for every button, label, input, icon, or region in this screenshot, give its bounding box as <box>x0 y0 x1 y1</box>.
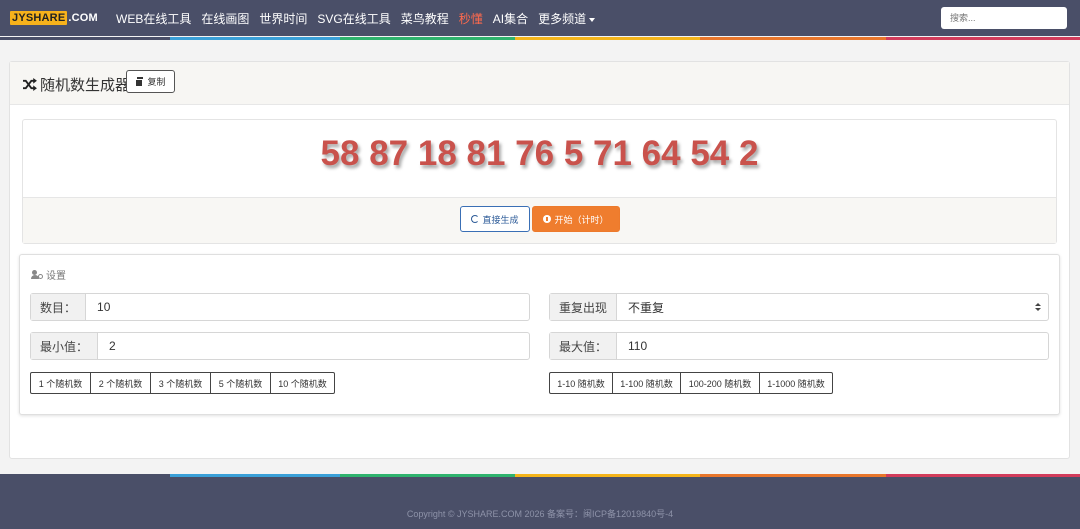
settings-card: 设置 数目： 10 重复出现 不重复 最小值： 2 最大值： 110 1 个随机… <box>19 254 1060 415</box>
nav-item-web-tools[interactable]: WEB在线工具 <box>116 10 191 27</box>
regenerate-label: 直接生成 <box>482 214 519 225</box>
random-generator-panel: 随机数生成器 复制 58 87 18 81 76 5 71 64 54 2 直接… <box>9 61 1070 459</box>
repeat-field: 重复出现 不重复 <box>549 293 1049 321</box>
nav-item-svg-tools[interactable]: SVG在线工具 <box>317 10 390 27</box>
count-field: 数目： 10 <box>30 293 530 321</box>
logo-suffix: .COM <box>68 12 98 24</box>
max-input[interactable]: 110 <box>617 333 1048 359</box>
main-nav: WEB在线工具 在线画图 世界时间 SVG在线工具 菜鸟教程 秒懂 AI集合 更… <box>116 10 595 27</box>
refresh-icon <box>471 215 480 223</box>
result-actions: 直接生成 开始（计时） <box>23 197 1056 243</box>
shuffle-icon <box>22 78 37 91</box>
preset-count-3[interactable]: 3 个随机数 <box>150 372 211 394</box>
page-footer: Copyright © JYSHARE.COM 2026 备案号：闽ICP备12… <box>0 477 1080 529</box>
count-input[interactable]: 10 <box>86 294 529 320</box>
copy-icon <box>135 77 144 87</box>
copyright-text: Copyright © JYSHARE.COM 2026 备案号：闽ICP备12… <box>406 509 674 519</box>
repeat-select-value: 不重复 <box>628 300 665 315</box>
preset-range-100-200[interactable]: 100-200 随机数 <box>680 372 760 394</box>
nav-item-miaodong[interactable]: 秒懂 <box>459 10 483 27</box>
start-timer-label: 开始（计时） <box>554 214 609 225</box>
repeat-select[interactable]: 不重复 <box>617 294 1048 320</box>
start-timer-button[interactable]: 开始（计时） <box>532 206 620 232</box>
preset-count-2[interactable]: 2 个随机数 <box>90 372 151 394</box>
page-title: 随机数生成器 <box>22 74 130 95</box>
site-logo[interactable]: JYSHARE .COM <box>10 10 98 26</box>
count-preset-group: 1 个随机数 2 个随机数 3 个随机数 5 个随机数 10 个随机数 <box>30 372 335 394</box>
max-field: 最大值： 110 <box>549 332 1049 360</box>
count-label: 数目： <box>31 294 87 320</box>
random-result: 58 87 18 81 76 5 71 64 54 2 <box>320 134 759 173</box>
range-preset-group: 1-10 随机数 1-100 随机数 100-200 随机数 1-1000 随机… <box>549 372 833 394</box>
top-navbar: JYSHARE .COM WEB在线工具 在线画图 世界时间 SVG在线工具 菜… <box>0 0 1080 36</box>
select-arrows-icon <box>1035 303 1041 312</box>
page-title-text: 随机数生成器 <box>40 77 131 94</box>
repeat-label: 重复出现 <box>550 294 618 320</box>
info-circle-icon <box>543 215 552 223</box>
result-box: 58 87 18 81 76 5 71 64 54 2 直接生成 开始（计时） <box>22 119 1057 244</box>
user-gear-icon <box>31 269 43 280</box>
nav-item-online-draw[interactable]: 在线画图 <box>201 10 249 27</box>
nav-item-world-time[interactable]: 世界时间 <box>259 10 307 27</box>
nav-item-runoob[interactable]: 菜鸟教程 <box>401 10 449 27</box>
min-input[interactable]: 2 <box>98 333 529 359</box>
preset-count-10[interactable]: 10 个随机数 <box>270 372 335 394</box>
logo-main: JYSHARE <box>10 11 68 25</box>
search-input[interactable] <box>941 7 1067 29</box>
settings-title-text: 设置 <box>46 271 66 282</box>
nav-item-ai[interactable]: AI集合 <box>493 10 528 27</box>
preset-count-1[interactable]: 1 个随机数 <box>30 372 91 394</box>
min-field: 最小值： 2 <box>30 332 530 360</box>
min-label: 最小值： <box>31 333 99 359</box>
settings-title: 设置 <box>31 267 66 282</box>
preset-range-1-1000[interactable]: 1-1000 随机数 <box>759 372 833 394</box>
regenerate-button[interactable]: 直接生成 <box>460 206 530 232</box>
preset-count-5[interactable]: 5 个随机数 <box>210 372 271 394</box>
copy-button-label: 复制 <box>147 77 166 87</box>
panel-header: 随机数生成器 复制 <box>10 62 1069 105</box>
preset-range-1-100[interactable]: 1-100 随机数 <box>612 372 681 394</box>
top-color-strip <box>0 37 1080 40</box>
preset-range-1-10[interactable]: 1-10 随机数 <box>549 372 613 394</box>
nav-item-more-dropdown[interactable]: 更多频道 <box>538 10 595 27</box>
copy-button[interactable]: 复制 <box>126 70 175 93</box>
max-label: 最大值： <box>550 333 618 359</box>
